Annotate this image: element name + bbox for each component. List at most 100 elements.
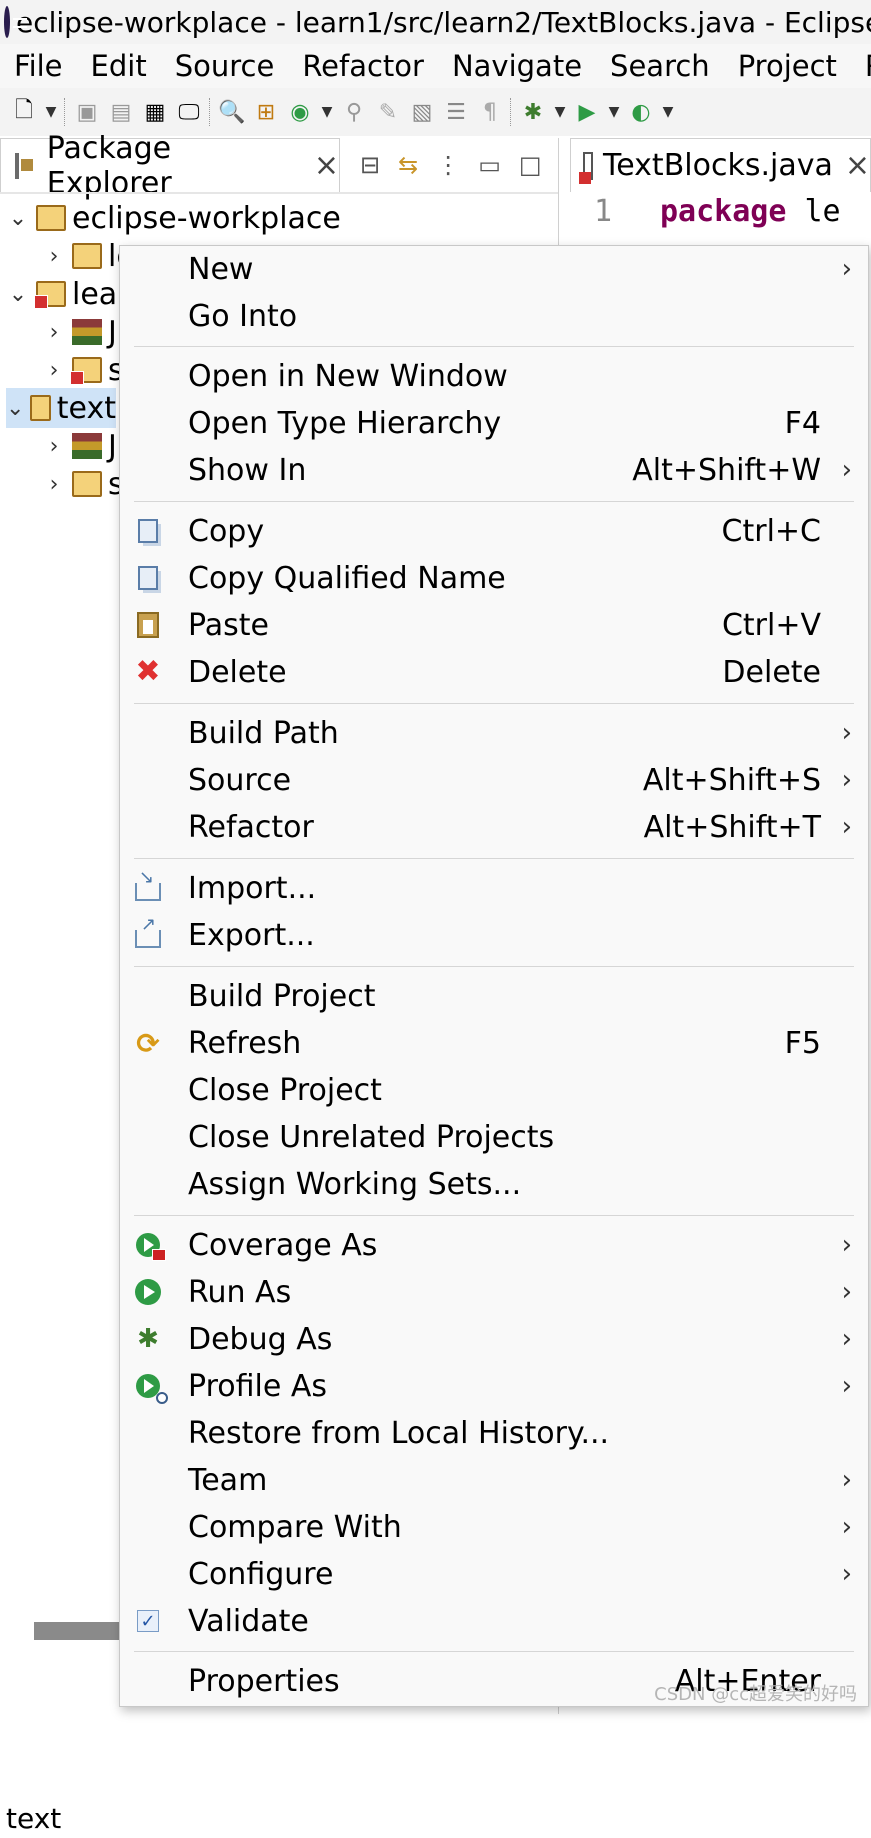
menu-item-validate[interactable]: ✓ Validate	[120, 1598, 868, 1644]
menu-item-configure[interactable]: Configure ›	[120, 1551, 868, 1597]
save-all-icon[interactable]: ▤	[107, 98, 135, 126]
link-with-editor-icon[interactable]: ⇆	[398, 151, 418, 179]
menu-source[interactable]: Source	[161, 49, 289, 83]
menu-item-label: Assign Working Sets...	[188, 1166, 522, 1202]
new-wizard-icon[interactable]: 🗋	[10, 98, 38, 126]
new-java-class-icon[interactable]: ◉	[286, 98, 314, 126]
menu-item-run-as[interactable]: Run As ›	[120, 1269, 868, 1315]
paragraph-icon[interactable]: ¶	[476, 98, 504, 126]
menu-edit[interactable]: Edit	[77, 49, 161, 83]
menu-item-label: Team	[188, 1462, 268, 1498]
menu-item-debug-as[interactable]: ✱ Debug As ›	[120, 1316, 868, 1362]
chevron-down-icon[interactable]: ▼	[607, 98, 621, 126]
chevron-right-icon: ›	[841, 1230, 852, 1260]
highlight-icon[interactable]: ✎	[374, 98, 402, 126]
menu-run[interactable]: Run	[851, 49, 871, 83]
menu-item-label: Copy	[188, 513, 265, 549]
menu-search[interactable]: Search	[596, 49, 724, 83]
close-icon[interactable]: ×	[314, 148, 339, 183]
tree-node-library[interactable]: › J	[42, 312, 117, 352]
chevron-down-icon[interactable]: ⌄	[6, 206, 30, 231]
binary-icon[interactable]: ▦	[141, 98, 169, 126]
menu-item-close-project[interactable]: Close Project	[120, 1067, 868, 1113]
package-explorer-tab[interactable]: Package Explorer ×	[0, 131, 340, 201]
menu-item-build-path[interactable]: Build Path ›	[120, 710, 868, 756]
run-icon[interactable]: ▶	[573, 98, 601, 126]
save-icon[interactable]: ▣	[73, 98, 101, 126]
chevron-right-icon: ›	[841, 1277, 852, 1307]
chevron-right-icon[interactable]: ›	[42, 320, 66, 345]
chevron-right-icon[interactable]: ›	[42, 472, 66, 497]
menu-refactor[interactable]: Refactor	[288, 49, 438, 83]
block-selection-icon[interactable]: ▧	[408, 98, 436, 126]
menu-item-coverage-as[interactable]: Coverage As ›	[120, 1222, 868, 1268]
menu-item-compare-with[interactable]: Compare With ›	[120, 1504, 868, 1550]
menu-item-go-into[interactable]: Go Into	[120, 293, 868, 339]
collapse-all-icon[interactable]: ⊟	[360, 151, 380, 179]
tree-node-project[interactable]: ⌄ lear	[6, 274, 130, 314]
menu-item-export[interactable]: Export...	[120, 912, 868, 958]
menu-item-show-in[interactable]: Show In Alt+Shift+W ›	[120, 447, 868, 493]
export-icon	[134, 914, 162, 949]
tree-node-src[interactable]: › s	[42, 350, 124, 390]
list-icon[interactable]: ☰	[442, 98, 470, 126]
chevron-right-icon[interactable]: ›	[42, 358, 66, 383]
pin-icon[interactable]: ⚲	[340, 98, 368, 126]
menu-item-close-unrelated-projects[interactable]: Close Unrelated Projects	[120, 1114, 868, 1160]
open-type-icon[interactable]: ⊞	[252, 98, 280, 126]
menu-item-refactor[interactable]: Refactor Alt+Shift+T ›	[120, 804, 868, 850]
menu-item-restore-from-local-history[interactable]: Restore from Local History...	[120, 1410, 868, 1456]
chevron-down-icon[interactable]: ▼	[661, 98, 675, 126]
chevron-right-icon: ›	[841, 765, 852, 795]
menu-item-profile-as[interactable]: Profile As ›	[120, 1363, 868, 1409]
chevron-down-icon[interactable]: ⌄	[6, 396, 24, 421]
menu-item-label: Open in New Window	[188, 358, 508, 394]
menu-item-copy[interactable]: Copy Ctrl+C	[120, 508, 868, 554]
tree-node-project[interactable]: ⌄ eclipse-workplace	[6, 198, 341, 238]
close-icon[interactable]: ×	[845, 148, 870, 183]
menu-item-label: Restore from Local History...	[188, 1415, 610, 1451]
chevron-right-icon[interactable]: ›	[42, 244, 66, 269]
menu-item-assign-working-sets[interactable]: Assign Working Sets...	[120, 1161, 868, 1207]
menu-item-label: Configure	[188, 1556, 334, 1592]
menu-item-shortcut: Delete	[722, 654, 821, 690]
menu-item-refresh[interactable]: ⟳ Refresh F5	[120, 1020, 868, 1066]
menu-item-open-type-hierarchy[interactable]: Open Type Hierarchy F4	[120, 400, 868, 446]
chevron-down-icon[interactable]: ⌄	[6, 282, 30, 307]
chevron-down-icon[interactable]: ▼	[553, 98, 567, 126]
menu-item-copy-qualified-name[interactable]: Copy Qualified Name	[120, 555, 868, 601]
search-icon[interactable]: 🔍	[218, 98, 246, 126]
menu-item-label: Go Into	[188, 298, 298, 334]
tree-node-src[interactable]: › s	[42, 464, 124, 504]
debug-bug-icon[interactable]: ✱	[519, 98, 547, 126]
menu-item-label: Compare With	[188, 1509, 402, 1545]
chevron-down-icon[interactable]: ▼	[44, 98, 58, 126]
minimize-icon[interactable]: ▭	[478, 151, 501, 179]
horizontal-scrollbar[interactable]	[34, 1622, 124, 1640]
code-line: package le	[660, 194, 841, 229]
chevron-down-icon[interactable]: ▼	[320, 98, 334, 126]
console-icon[interactable]: 🖵	[175, 98, 203, 126]
tree-node-project-selected[interactable]: ⌄ text	[6, 388, 116, 428]
menu-navigate[interactable]: Navigate	[438, 49, 596, 83]
menu-item-shortcut: F5	[784, 1025, 821, 1061]
view-menu-icon[interactable]: ⋮	[436, 151, 460, 179]
menu-item-team[interactable]: Team ›	[120, 1457, 868, 1503]
chevron-right-icon[interactable]: ›	[42, 434, 66, 459]
menu-item-paste[interactable]: Paste Ctrl+V	[120, 602, 868, 648]
editor-tab[interactable]: TextBlocks.java ×	[570, 138, 871, 192]
source-folder-error-icon	[70, 357, 102, 385]
menu-file[interactable]: File	[0, 49, 77, 83]
menu-item-delete[interactable]: ✖ Delete Delete	[120, 649, 868, 695]
menu-item-new[interactable]: New ›	[120, 246, 868, 292]
menu-item-build-project[interactable]: Build Project	[120, 973, 868, 1019]
coverage-icon[interactable]: ◐	[627, 98, 655, 126]
chevron-right-icon: ›	[841, 1512, 852, 1542]
keyword-token: package	[660, 194, 787, 229]
tree-node-library[interactable]: › J	[42, 426, 117, 466]
menu-item-import[interactable]: Import...	[120, 865, 868, 911]
menu-item-source[interactable]: Source Alt+Shift+S ›	[120, 757, 868, 803]
menu-project[interactable]: Project	[724, 49, 851, 83]
menu-item-open-in-new-window[interactable]: Open in New Window	[120, 353, 868, 399]
maximize-icon[interactable]: □	[519, 151, 542, 179]
